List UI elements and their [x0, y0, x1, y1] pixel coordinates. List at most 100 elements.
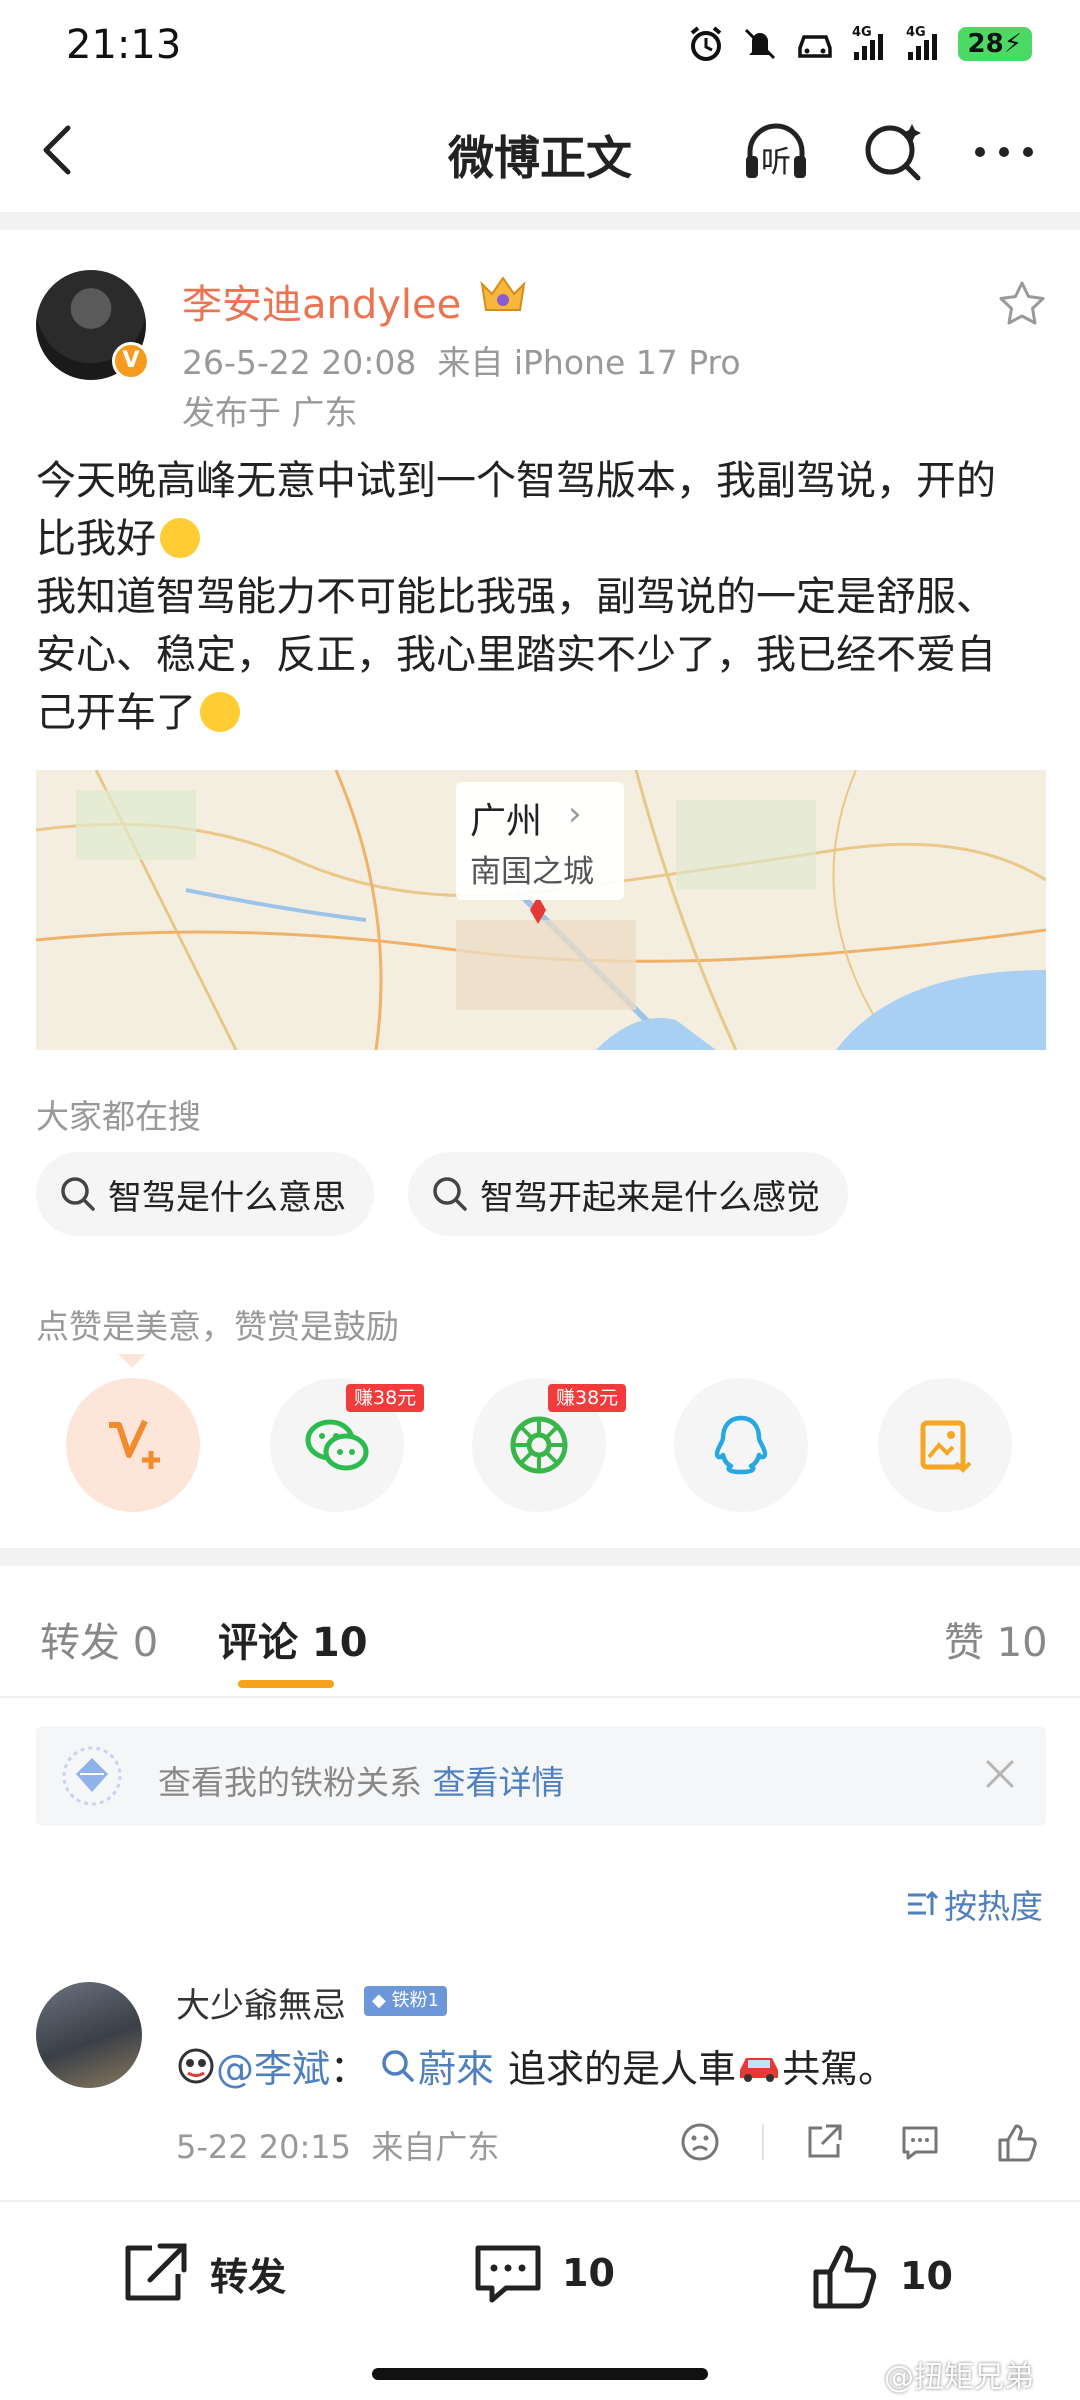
search-chip-label: 智驾开起来是什么感觉 — [480, 1177, 820, 1218]
search-icon — [433, 1177, 467, 1211]
active-tab-indicator — [238, 1680, 334, 1688]
search-icon — [61, 1177, 95, 1211]
search-section-label: 大家都在搜 — [36, 1097, 201, 1136]
v-plus-icon — [109, 1419, 160, 1469]
fan-banner-link[interactable]: 查看详情 — [433, 1763, 565, 1802]
headphones-icon: 听 — [746, 123, 806, 180]
star-icon — [999, 281, 1045, 325]
sort-button[interactable]: 按热度 — [904, 1880, 1043, 1928]
reward-button[interactable] — [66, 1378, 200, 1512]
alarm-icon — [686, 24, 726, 64]
status-icons: 4G 4G 28 ⚡ — [686, 24, 1032, 64]
section-divider — [0, 212, 1080, 230]
fan-level-label: 铁粉1 — [391, 1990, 440, 2011]
likes-count: 10 — [900, 2254, 953, 2298]
top-nav: 微博正文 听 — [0, 96, 1080, 204]
more-icon — [975, 147, 1033, 157]
comment-meta: 5-22 20:15 来自广东 — [176, 2122, 499, 2168]
signal-icon-1: 4G — [850, 24, 890, 64]
favorite-button[interactable] — [996, 278, 1048, 330]
comment-text: @李斌 ： 蔚來 追求的是人車 共駕。 — [176, 2038, 896, 2093]
save-image-icon — [920, 1420, 972, 1473]
more-button[interactable] — [968, 116, 1040, 188]
svg-text:4G: 4G — [906, 25, 926, 40]
status-bar: 21:13 4G 4G 28 ⚡ — [0, 0, 1080, 96]
commenter-name[interactable]: 大少爺無忌 — [176, 1978, 346, 2027]
search-button[interactable] — [858, 116, 930, 188]
comment-topic-link[interactable]: 蔚來 — [418, 2038, 494, 2093]
search-chip[interactable]: 智驾是什么意思 — [36, 1152, 374, 1236]
battery-level: 28 — [967, 29, 1004, 59]
comment-mention[interactable]: @李斌 — [216, 2038, 330, 2093]
post-meta: 26-5-22 20:08 来自 iPhone 17 Pro — [182, 336, 741, 384]
map-subtitle: 南国之城 — [470, 854, 594, 890]
comment-icon — [475, 2245, 541, 2303]
post-timestamp: 26-5-22 20:08 — [182, 343, 417, 382]
comment-share-button[interactable] — [800, 2118, 848, 2166]
section-divider — [0, 1548, 1080, 1566]
repost-label: 转发 — [210, 2254, 287, 2299]
reward-tip — [118, 1354, 146, 1368]
search-icon — [865, 124, 921, 181]
like-button[interactable]: 10 — [810, 2240, 953, 2312]
comment-icon — [902, 2126, 938, 2160]
topic-search-icon — [382, 2049, 414, 2082]
comment-body-end: 共駕。 — [782, 2047, 897, 2091]
status-time: 21:13 — [66, 22, 182, 68]
comment-reply-button[interactable] — [896, 2118, 944, 2166]
svg-text:4G: 4G — [852, 25, 872, 40]
comments-button[interactable]: 10 — [472, 2240, 615, 2306]
fan-level-badge: ◆ 铁粉1 — [364, 1986, 448, 2016]
verified-badge-icon: V — [112, 342, 150, 380]
comment-source: 来自广东 — [371, 2128, 500, 2166]
close-button[interactable] — [976, 1750, 1024, 1798]
map-city: 广州 — [470, 801, 543, 842]
save-image-button[interactable] — [878, 1378, 1012, 1512]
chevron-right-icon: › — [568, 794, 582, 834]
crown-icon[interactable] — [478, 270, 528, 316]
repost-button[interactable]: 转发 — [120, 2240, 286, 2306]
location-map[interactable]: 广州 › 南国之城 — [36, 770, 1046, 1050]
diamond-icon — [62, 1746, 122, 1806]
action-separator — [762, 2124, 764, 2160]
sweat-emoji-icon — [200, 692, 240, 732]
share-icon — [808, 2124, 842, 2158]
commenter-avatar[interactable] — [36, 1982, 142, 2088]
fan-relationship-banner[interactable]: 查看我的铁粉关系 查看详情 — [36, 1726, 1046, 1826]
tab-divider — [0, 1696, 1080, 1698]
fan-banner-text: 查看我的铁粉关系 查看详情 — [158, 1756, 565, 1804]
post-location: 发布于 广东 — [182, 393, 358, 432]
battery-indicator: 28 ⚡ — [957, 27, 1032, 61]
post-line-text: 己开车了 — [36, 690, 196, 736]
tab-likes[interactable]: 赞 10 — [944, 1610, 1048, 1668]
post-body: 今天晚高峰无意中试到一个智驾版本，我副驾说，开的 比我好 我知道智驾能力不可能比… — [36, 452, 1046, 742]
post-source: 来自 iPhone 17 Pro — [437, 343, 741, 382]
reward-badge: 赚38元 — [346, 1384, 425, 1412]
listen-button[interactable]: 听 — [740, 116, 812, 188]
mute-icon — [740, 24, 780, 64]
wechat-icon — [305, 1419, 369, 1471]
post-line-text: 比我好 — [36, 516, 156, 562]
bottom-bar-divider — [0, 2200, 1080, 2202]
qq-icon — [714, 1415, 768, 1475]
comment-time: 5-22 20:15 — [176, 2128, 352, 2166]
comment-like-button[interactable] — [992, 2118, 1040, 2166]
tab-comments[interactable]: 评论 10 — [218, 1610, 368, 1668]
signal-icon-2: 4G — [904, 24, 944, 64]
sad-face-icon — [681, 2123, 719, 2161]
shush-emoji-icon — [160, 518, 200, 558]
post-line: 安心、稳定，反正，我心里踏实不少了，我已经不爱自 — [36, 632, 996, 678]
map-location-card[interactable]: 广州 › 南国之城 — [456, 782, 624, 900]
home-indicator[interactable] — [372, 2368, 708, 2380]
sort-label: 按热度 — [944, 1887, 1043, 1926]
svg-text:听: 听 — [761, 145, 791, 180]
close-icon — [986, 1760, 1014, 1788]
car-icon — [794, 24, 836, 64]
fan-banner-label: 查看我的铁粉关系 — [158, 1763, 422, 1802]
dislike-button[interactable] — [676, 2118, 724, 2166]
author-name[interactable]: 李安迪andylee — [182, 272, 461, 330]
share-qq-button[interactable] — [674, 1378, 808, 1512]
reward-section-label: 点赞是美意，赞赏是鼓励 — [36, 1307, 399, 1346]
tab-repost[interactable]: 转发 0 — [40, 1610, 158, 1668]
search-chip[interactable]: 智驾开起来是什么感觉 — [408, 1152, 848, 1236]
